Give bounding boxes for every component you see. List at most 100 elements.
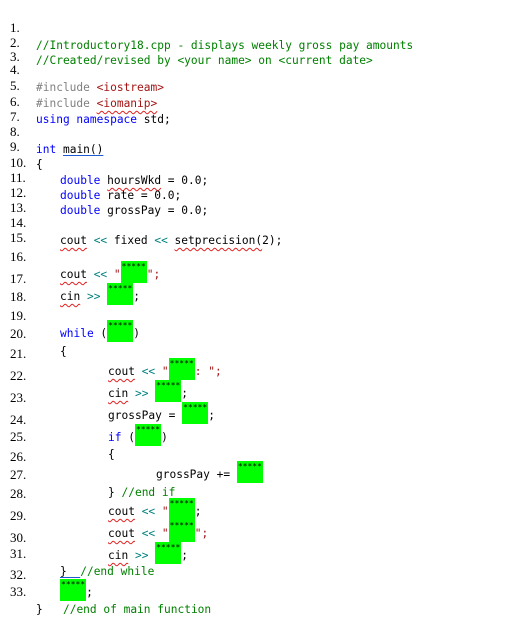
blank-highlight: *****: [155, 380, 182, 402]
code-text: ;: [194, 505, 202, 518]
code-line-13: 13.: [0, 182, 26, 215]
code-line-19: 19. while (*****): [0, 290, 140, 342]
comment: //end of main function: [62, 603, 212, 616]
code-text: ;: [86, 586, 93, 599]
code-line-29: 29. cout << "*****";: [0, 490, 208, 542]
blank-highlight: *****: [182, 402, 209, 424]
include-directive: #include <iomanip>: [36, 96, 157, 112]
line-number: 19.: [10, 308, 27, 323]
statement: *****;: [60, 579, 93, 601]
comment: //end if: [121, 486, 176, 499]
code-line-27: 27. } //end if: [0, 449, 175, 499]
code-text: (: [93, 327, 108, 340]
assignment-statement: grossPay += *****: [156, 461, 263, 483]
code-text: ;: [208, 409, 215, 422]
line-number: 30.: [10, 530, 27, 545]
line-number: 10.: [10, 155, 27, 170]
identifier: cout: [108, 527, 135, 540]
line-number: 11.: [10, 170, 26, 185]
blank-highlight: *****: [107, 283, 134, 305]
quote: ": [161, 505, 169, 518]
code-line-30: 30. cin >> *****;: [0, 512, 188, 564]
operator: <<: [147, 234, 175, 247]
keyword: double: [60, 204, 101, 217]
code-line-25: 25. {: [0, 411, 115, 461]
code-text: ";: [146, 268, 161, 281]
quote: ": [161, 365, 169, 378]
include-directive: #include <iostream>: [36, 80, 164, 96]
input-statement: cin >> *****;: [108, 380, 188, 402]
code-line-21: 21. cout << "*****: ";: [0, 328, 222, 380]
code-line-1: 1. //Introductory18.cpp - displays weekl…: [0, 2, 413, 52]
code-line-15: 15.: [0, 212, 26, 245]
identifier: cin: [60, 290, 81, 303]
code-text: ): [133, 327, 141, 340]
code-line-28: 28. cout << "*****;: [0, 468, 202, 520]
keyword: double: [60, 174, 101, 187]
code-text: ;: [133, 290, 141, 303]
function-name: setprecision(: [174, 234, 263, 247]
input-statement: cin >> *****;: [108, 542, 189, 564]
code-line-18: 18.: [0, 271, 26, 304]
line-number: 17.: [10, 271, 27, 286]
code-line-24: 24. if (*****): [0, 394, 168, 446]
code-line-11: 11. double rate = 0.0;: [0, 152, 181, 202]
brace: }: [108, 486, 122, 499]
operator: >>: [128, 387, 156, 400]
line-number: 4.: [10, 62, 20, 77]
brace: }: [36, 603, 43, 616]
identifier: cin: [108, 549, 129, 562]
code-text: ;: [181, 549, 189, 562]
declaration: double rate = 0.0;: [60, 188, 181, 204]
code-text: grossPay +=: [156, 468, 237, 481]
code-line-16: 16. cout << "*****";: [0, 231, 160, 283]
end-if: } //end if: [108, 485, 175, 501]
quote: ": [161, 527, 169, 540]
code-line-9: 9. {: [0, 121, 43, 171]
identifier: cout: [60, 234, 87, 247]
code-text: rate = 0.0;: [100, 189, 182, 202]
blank-highlight: *****: [107, 320, 134, 342]
line-number: 16.: [10, 249, 27, 264]
input-statement: cin >> *****;: [60, 283, 141, 305]
line-number: 7.: [10, 109, 20, 124]
using-statement: using namespace std;: [36, 112, 171, 128]
line-number: 32.: [10, 567, 27, 582]
line-number: 29.: [10, 508, 27, 523]
end-while: } //end while: [60, 564, 154, 580]
code-text: grossPay = 0.0;: [100, 204, 209, 217]
line-number: 28.: [10, 486, 27, 501]
line-number: 33.: [10, 584, 27, 599]
blank-highlight: *****: [60, 579, 87, 601]
code-line-26: 26. grossPay += *****: [0, 431, 263, 483]
line-number: 9.: [10, 139, 20, 154]
keyword: double: [60, 189, 101, 202]
keyword: using namespace: [36, 113, 138, 126]
code-line-33: 33. } //end of main function: [0, 566, 211, 616]
code-text: = 0.0;: [161, 174, 209, 187]
code-text: ";: [194, 527, 209, 540]
code-line-5: 5. #include <iomanip>: [0, 60, 157, 110]
identifier: fixed: [113, 234, 148, 247]
preprocessor: #include: [36, 97, 97, 110]
operator: <<: [134, 505, 162, 518]
code-text: (: [121, 431, 135, 444]
header-name: <iomanip>: [96, 97, 158, 110]
line-number: 13.: [10, 200, 27, 215]
line-number: 27.: [10, 467, 27, 482]
identifier: cout: [60, 268, 87, 281]
code-text: : ";: [194, 365, 222, 378]
keyword: if: [108, 431, 122, 444]
code-text: ): [161, 431, 168, 444]
brace: {: [60, 345, 67, 358]
assignment-statement: grossPay = *****;: [108, 402, 215, 424]
line-number: 15.: [10, 230, 27, 245]
operator: >>: [128, 549, 156, 562]
variable: hoursWkd: [107, 174, 162, 187]
keyword: while: [60, 327, 94, 340]
end-main: } //end of main function: [36, 602, 211, 618]
code-text: 2);: [262, 234, 283, 247]
operator: <<: [134, 365, 162, 378]
code-line-6: 6. using namespace std;: [0, 76, 171, 126]
if-statement: if (*****): [108, 424, 168, 446]
